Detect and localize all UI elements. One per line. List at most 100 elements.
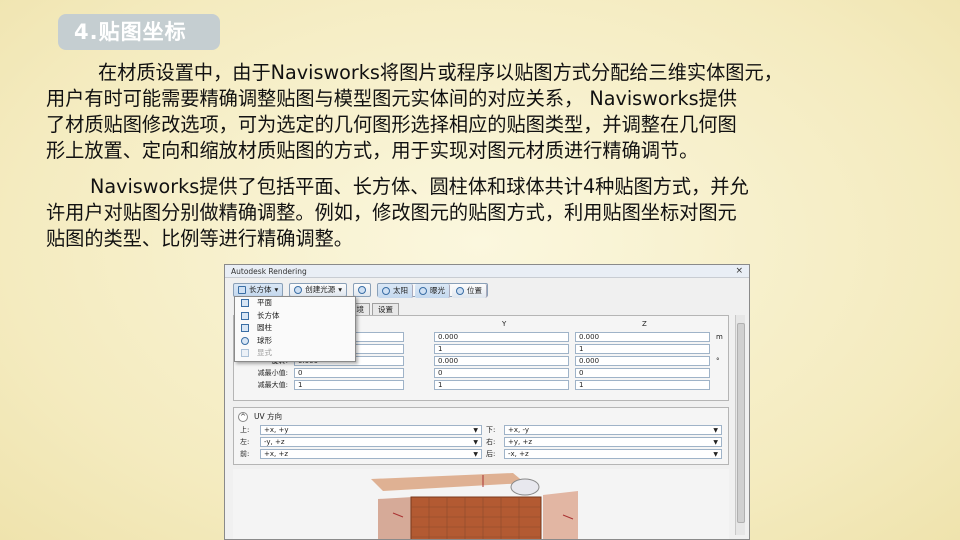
sun-icon: [382, 287, 391, 295]
collapse-icon[interactable]: ^: [238, 411, 248, 422]
sphere-mapping-icon: [241, 336, 249, 345]
chevron-down-icon: ▼: [473, 439, 478, 446]
rotation-z-field[interactable]: 0.000: [575, 356, 710, 366]
exposure-button[interactable]: 曝光: [415, 284, 451, 298]
unit-label: m: [716, 333, 723, 341]
position-z-field[interactable]: 0.000: [575, 332, 710, 342]
left-face: [378, 497, 413, 539]
menu-item-label: 长方体: [257, 310, 280, 320]
uv-label-back: 后:: [486, 450, 496, 458]
chevron-down-icon: ▼: [473, 451, 478, 458]
row-label: 减最小值:: [257, 369, 288, 377]
row-max: 减最大值: 1 1 1: [234, 380, 730, 391]
slide-title: 4.贴图坐标: [58, 14, 220, 50]
exposure-label: 曝光: [430, 286, 446, 295]
uv-value: +x, +y: [264, 426, 289, 434]
create-light-label: 创建光源: [305, 285, 336, 294]
paragraph-2: Navisworks提供了包括平面、长方体、圆柱体和球体共计4种贴图方式，并允 …: [46, 174, 926, 252]
tab-settings[interactable]: 设置: [372, 303, 399, 315]
min-x-field[interactable]: 0: [294, 368, 404, 378]
chevron-down-icon: ▾: [338, 285, 343, 294]
chevron-down-icon: ▾: [274, 285, 279, 294]
menu-item-label: 显式: [257, 348, 272, 357]
uv-select-top[interactable]: +x, +y ▼: [260, 425, 482, 435]
location-label: 位置: [467, 286, 483, 295]
rotation-y-field[interactable]: 0.000: [434, 356, 569, 366]
row-min: 减最小值: 0 0 0: [234, 368, 730, 379]
menu-item-label: 平面: [257, 298, 272, 307]
paragraph-2-line-3: 贴图的类型、比例等进行精确调整。: [46, 227, 353, 250]
top-face: [371, 473, 525, 491]
plane-mapping-icon: [241, 299, 249, 308]
menu-item-explicit: 显式: [235, 347, 355, 360]
uv-label-left: 左:: [240, 438, 250, 446]
uv-select-left[interactable]: -y, +z ▼: [260, 437, 482, 447]
menu-item-box[interactable]: 长方体: [235, 310, 355, 323]
front-face: [410, 496, 542, 539]
max-y-field[interactable]: 1: [434, 380, 569, 390]
scale-z-field[interactable]: 1: [575, 344, 710, 354]
create-light-button[interactable]: 创建光源 ▾: [289, 283, 348, 297]
menu-item-cylinder[interactable]: 圆柱: [235, 322, 355, 335]
box-mapping-icon: [238, 286, 246, 294]
max-x-field[interactable]: 1: [294, 380, 404, 390]
uv-select-back[interactable]: -x, +z ▼: [504, 449, 722, 459]
min-y-field[interactable]: 0: [434, 368, 569, 378]
uv-label-right: 右:: [486, 438, 496, 446]
sun-button[interactable]: 太阳: [378, 284, 414, 298]
exposure-icon: [419, 287, 428, 295]
uv-value: +x, +z: [264, 450, 288, 458]
mapping-type-dropdown: 平面 长方体 圆柱 球形 显式: [234, 296, 356, 362]
box-mapping-preview-image: [371, 473, 578, 539]
paragraph-1-line-3: 了材质贴图修改选项，可为选定的几何图形选择相应的贴图类型，并调整在几何图: [46, 113, 737, 136]
uv-select-bottom[interactable]: +x, -y ▼: [504, 425, 722, 435]
paragraph-1-line-4: 形上放置、定向和缩放材质贴图的方式，用于实现对图元材质进行精确调节。: [46, 139, 699, 162]
window-title: Autodesk Rendering: [231, 267, 307, 276]
uv-label-bottom: 下:: [486, 426, 496, 434]
uv-value: +y, +z: [508, 438, 532, 446]
uv-value: -x, +z: [508, 450, 529, 458]
close-icon[interactable]: ×: [735, 265, 743, 278]
paragraph-1-line-2: 用户有时可能需要精确调整贴图与模型图元实体间的对应关系， Navisworks提…: [46, 87, 737, 110]
mapping-type-label: 长方体: [249, 285, 272, 294]
menu-item-label: 球形: [257, 335, 272, 345]
scrollbar-thumb[interactable]: [737, 323, 745, 523]
chevron-down-icon: ▼: [473, 427, 478, 434]
uv-value: +x, -y: [508, 426, 530, 434]
toolbar: 长方体 ▾ 创建光源 ▾ 太阳 曝光 位置: [233, 283, 489, 298]
uv-select-right[interactable]: +y, +z ▼: [504, 437, 722, 447]
location-icon: [456, 287, 465, 295]
right-face: [543, 491, 578, 539]
uv-label-front: 前:: [240, 450, 250, 458]
chevron-down-icon: ▼: [713, 451, 718, 458]
uv-select-front[interactable]: +x, +z ▼: [260, 449, 482, 459]
paragraph-1: 在材质设置中，由于Navisworks将图片或程序以贴图方式分配给三维实体图元，…: [46, 60, 926, 164]
row-label: 减最大值:: [257, 381, 288, 389]
vertical-scrollbar[interactable]: [735, 315, 745, 535]
location-button[interactable]: 位置: [452, 284, 488, 298]
explicit-mapping-icon: [241, 349, 249, 358]
cylinder-mapping-icon: [241, 324, 249, 333]
light-tool-icon: [358, 286, 367, 294]
light-tool-button[interactable]: [353, 283, 372, 297]
environment-toggle-group: 太阳 曝光 位置: [377, 283, 489, 298]
uv-label-top: 上:: [240, 426, 250, 434]
uv-direction-panel: ^ UV 方向 上: +x, +y ▼ 下: +x, -y ▼ 左: -y, +z ▼…: [233, 407, 729, 465]
chevron-down-icon: ▼: [713, 439, 718, 446]
paragraph-1-line-1: 在材质设置中，由于Navisworks将图片或程序以贴图方式分配给三维实体图元，: [98, 61, 783, 84]
menu-item-sphere[interactable]: 球形: [235, 335, 355, 348]
position-y-field[interactable]: 0.000: [434, 332, 569, 342]
window-titlebar: Autodesk Rendering ×: [225, 265, 749, 278]
unit-label: °: [716, 357, 720, 365]
sphere-object: [510, 478, 540, 496]
menu-item-label: 圆柱: [257, 323, 272, 332]
min-z-field[interactable]: 0: [575, 368, 710, 378]
box-mapping-icon: [241, 311, 249, 320]
scale-y-field[interactable]: 1: [434, 344, 569, 354]
paragraph-2-line-1: Navisworks提供了包括平面、长方体、圆柱体和球体共计4种贴图方式，并允: [90, 175, 749, 198]
mapping-type-button[interactable]: 长方体 ▾: [233, 283, 284, 297]
menu-item-plane[interactable]: 平面: [235, 297, 355, 310]
sun-label: 太阳: [393, 286, 409, 295]
mapping-preview: [233, 469, 729, 539]
max-z-field[interactable]: 1: [575, 380, 710, 390]
